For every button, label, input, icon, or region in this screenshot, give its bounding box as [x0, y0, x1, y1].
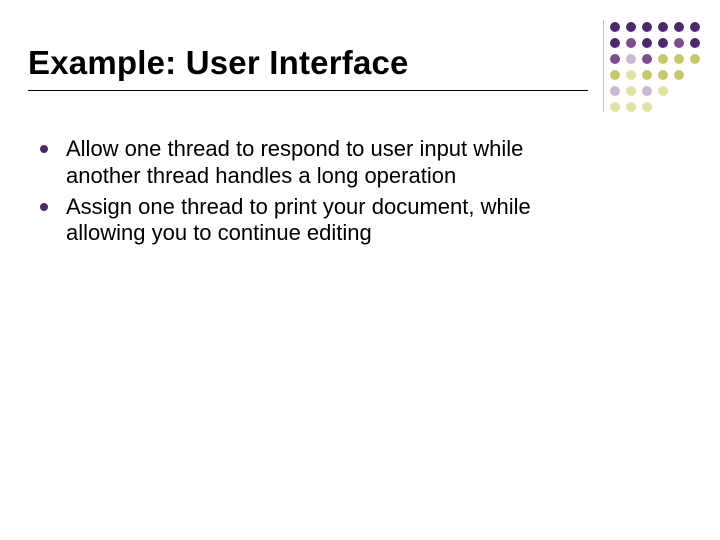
list-item: Assign one thread to print your document…	[36, 194, 596, 248]
list-item: Allow one thread to respond to user inpu…	[36, 136, 596, 190]
decorative-divider	[603, 20, 604, 112]
slide-title: Example: User Interface	[28, 44, 600, 88]
title-area: Example: User Interface	[28, 44, 600, 91]
body-area: Allow one thread to respond to user inpu…	[36, 136, 596, 251]
bullet-list: Allow one thread to respond to user inpu…	[36, 136, 596, 247]
slide: Example: User Interface Allow one thread…	[0, 0, 720, 540]
decorative-dot-grid	[610, 22, 696, 118]
title-underline	[28, 90, 588, 91]
